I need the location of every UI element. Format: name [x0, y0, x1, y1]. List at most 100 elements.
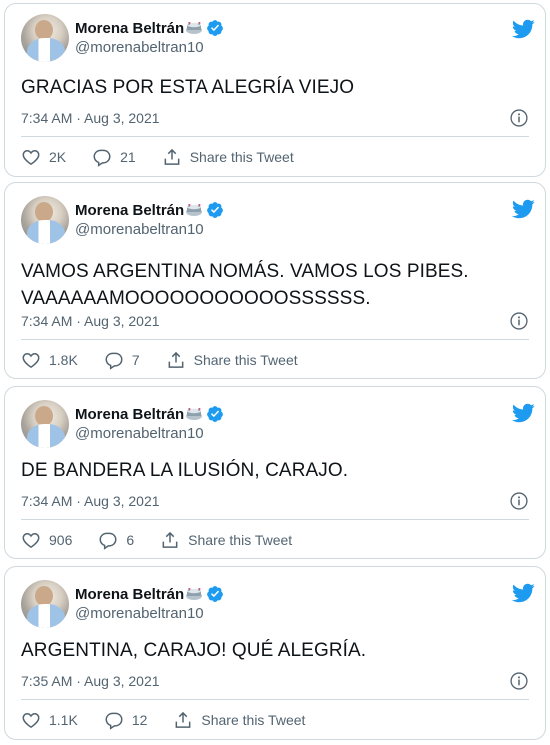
tweet-text-line: GRACIAS POR ESTA ALEGRÍA VIEJO: [21, 77, 355, 98]
tweet-text: DE BANDERA LA ILUSIÓN, CARAJO.: [21, 457, 529, 484]
tweet-card[interactable]: Morena Beltrán @morenabeltran10 VAMOS AR…: [4, 182, 546, 379]
info-icon[interactable]: [509, 311, 529, 331]
tweet-text-line: ARGENTINA, CARAJO! QUÉ ALEGRÍA.: [21, 640, 367, 661]
like-count: 2K: [49, 149, 67, 165]
display-name[interactable]: Morena Beltrán: [75, 406, 184, 423]
reply-button[interactable]: 21: [92, 147, 136, 167]
handle[interactable]: @morenabeltran10: [75, 604, 224, 624]
stadium-emoji-icon: [186, 22, 203, 34]
tweet-card[interactable]: Morena Beltrán @morenabeltran10 GRACIAS …: [4, 3, 546, 177]
share-icon: [162, 531, 178, 548]
tweet-meta: 7:34 AM · Aug 3, 2021: [21, 311, 529, 331]
share-icon: [175, 711, 191, 728]
twitter-bird-icon[interactable]: [511, 581, 535, 605]
display-name-row: Morena Beltrán: [75, 584, 224, 604]
share-label: Share this Tweet: [201, 712, 306, 728]
handle[interactable]: @morenabeltran10: [75, 220, 224, 240]
like-count: 1.8K: [49, 352, 78, 368]
tweet-text-line: DE BANDERA LA ILUSIÓN, CARAJO.: [21, 460, 349, 481]
info-icon[interactable]: [509, 108, 529, 128]
share-icon: [168, 351, 184, 368]
reply-count: 7: [131, 352, 140, 368]
tweet-actions: 1.8K 7 Share this Tweet: [21, 350, 324, 370]
author-names: Morena Beltrán @morenabeltran10: [75, 404, 224, 444]
tweet-header: Morena Beltrán @morenabeltran10: [21, 196, 224, 244]
tweet-header: Morena Beltrán @morenabeltran10: [21, 580, 224, 628]
info-icon[interactable]: [509, 671, 529, 691]
tweet-text: VAMOS ARGENTINA NOMÁS. VAMOS LOS PIBES. …: [21, 258, 529, 312]
heart-icon: [22, 532, 40, 548]
tweet-card[interactable]: Morena Beltrán @morenabeltran10 ARGENTIN…: [4, 566, 546, 740]
share-button[interactable]: Share this Tweet: [160, 530, 292, 550]
stadium-emoji-icon: [186, 588, 203, 600]
timestamp[interactable]: 7:34 AM · Aug 3, 2021: [21, 313, 160, 329]
reply-button[interactable]: 6: [98, 530, 134, 550]
share-button[interactable]: Share this Tweet: [173, 710, 305, 730]
tweet-text: GRACIAS POR ESTA ALEGRÍA VIEJO: [21, 74, 529, 101]
share-label: Share this Tweet: [193, 352, 298, 368]
tweet-header: Morena Beltrán @morenabeltran10: [21, 400, 224, 448]
reply-bubble-icon: [99, 532, 117, 550]
like-button[interactable]: 906: [21, 530, 72, 550]
heart-icon: [22, 352, 40, 368]
divider: [21, 339, 529, 340]
heart-icon: [22, 712, 40, 728]
like-button[interactable]: 2K: [21, 147, 66, 167]
divider: [21, 699, 529, 700]
avatar[interactable]: [21, 14, 69, 62]
share-icon: [164, 148, 180, 165]
verified-badge-icon: [207, 20, 224, 36]
author-names: Morena Beltrán @morenabeltran10: [75, 584, 224, 624]
tweet-actions: 906 6 Share this Tweet: [21, 530, 318, 550]
display-name-row: Morena Beltrán: [75, 404, 224, 424]
divider: [21, 136, 529, 137]
display-name[interactable]: Morena Beltrán: [75, 20, 184, 37]
verified-badge-icon: [207, 406, 224, 422]
share-button[interactable]: Share this Tweet: [166, 350, 298, 370]
share-button[interactable]: Share this Tweet: [162, 147, 294, 167]
author-names: Morena Beltrán @morenabeltran10: [75, 18, 224, 58]
reply-button[interactable]: 7: [104, 350, 140, 370]
tweet-header: Morena Beltrán @morenabeltran10: [21, 14, 224, 62]
display-name[interactable]: Morena Beltrán: [75, 586, 184, 603]
display-name-row: Morena Beltrán: [75, 18, 224, 38]
share-label: Share this Tweet: [188, 532, 293, 548]
handle[interactable]: @morenabeltran10: [75, 38, 224, 58]
verified-badge-icon: [207, 202, 224, 218]
twitter-bird-icon[interactable]: [511, 197, 535, 221]
tweet-text: ARGENTINA, CARAJO! QUÉ ALEGRÍA.: [21, 637, 529, 664]
stadium-emoji-icon: [186, 408, 203, 420]
tweet-meta: 7:35 AM · Aug 3, 2021: [21, 671, 529, 691]
share-label: Share this Tweet: [189, 149, 294, 165]
heart-icon: [22, 149, 40, 165]
reply-count: 6: [126, 532, 135, 548]
verified-badge-icon: [207, 586, 224, 602]
tweet-actions: 1.1K 12 Share this Tweet: [21, 710, 331, 730]
avatar[interactable]: [21, 580, 69, 628]
handle[interactable]: @morenabeltran10: [75, 424, 224, 444]
tweet-meta: 7:34 AM · Aug 3, 2021: [21, 491, 529, 511]
like-count: 1.1K: [49, 712, 78, 728]
reply-bubble-icon: [93, 149, 111, 167]
timestamp[interactable]: 7:34 AM · Aug 3, 2021: [21, 110, 160, 126]
timestamp[interactable]: 7:34 AM · Aug 3, 2021: [21, 493, 160, 509]
avatar[interactable]: [21, 196, 69, 244]
info-icon[interactable]: [509, 491, 529, 511]
reply-bubble-icon: [105, 352, 123, 370]
tweet-actions: 2K 21 Share this Tweet: [21, 147, 320, 167]
divider: [21, 519, 529, 520]
reply-count: 21: [120, 149, 136, 165]
twitter-bird-icon[interactable]: [511, 17, 535, 41]
avatar[interactable]: [21, 400, 69, 448]
twitter-bird-icon[interactable]: [511, 401, 535, 425]
display-name[interactable]: Morena Beltrán: [75, 202, 184, 219]
reply-button[interactable]: 12: [104, 710, 148, 730]
timestamp[interactable]: 7:35 AM · Aug 3, 2021: [21, 673, 160, 689]
reply-count: 12: [131, 712, 148, 728]
display-name-row: Morena Beltrán: [75, 200, 224, 220]
like-button[interactable]: 1.1K: [21, 710, 78, 730]
stadium-emoji-icon: [186, 204, 203, 216]
like-button[interactable]: 1.8K: [21, 350, 78, 370]
tweet-card[interactable]: Morena Beltrán @morenabeltran10 DE BANDE…: [4, 386, 546, 559]
tweet-text-line: VAAAAAAMOOOOOOOOOOOSSSSSS.: [21, 288, 371, 309]
